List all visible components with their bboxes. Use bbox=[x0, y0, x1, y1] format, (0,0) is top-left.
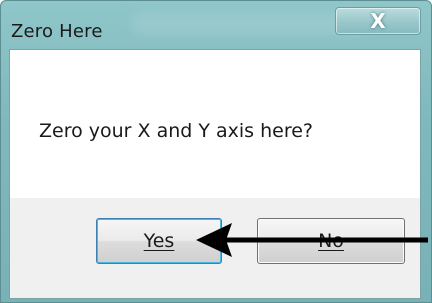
close-button[interactable]: X bbox=[335, 7, 421, 35]
close-icon: X bbox=[370, 9, 386, 33]
title-bar[interactable]: Zero Here X bbox=[1, 1, 431, 49]
dialog-body: Zero your X and Y axis here? Yes No bbox=[9, 49, 421, 299]
window-title: Zero Here bbox=[11, 21, 103, 42]
message-area: Zero your X and Y axis here? bbox=[10, 50, 420, 198]
no-button-label: No bbox=[318, 230, 344, 252]
dialog-window: Zero Here X Zero your X and Y axis here?… bbox=[0, 0, 432, 303]
yes-button-label: Yes bbox=[143, 230, 175, 252]
no-button[interactable]: No bbox=[257, 218, 405, 264]
yes-button[interactable]: Yes bbox=[96, 218, 222, 264]
dialog-message: Zero your X and Y axis here? bbox=[39, 120, 314, 142]
